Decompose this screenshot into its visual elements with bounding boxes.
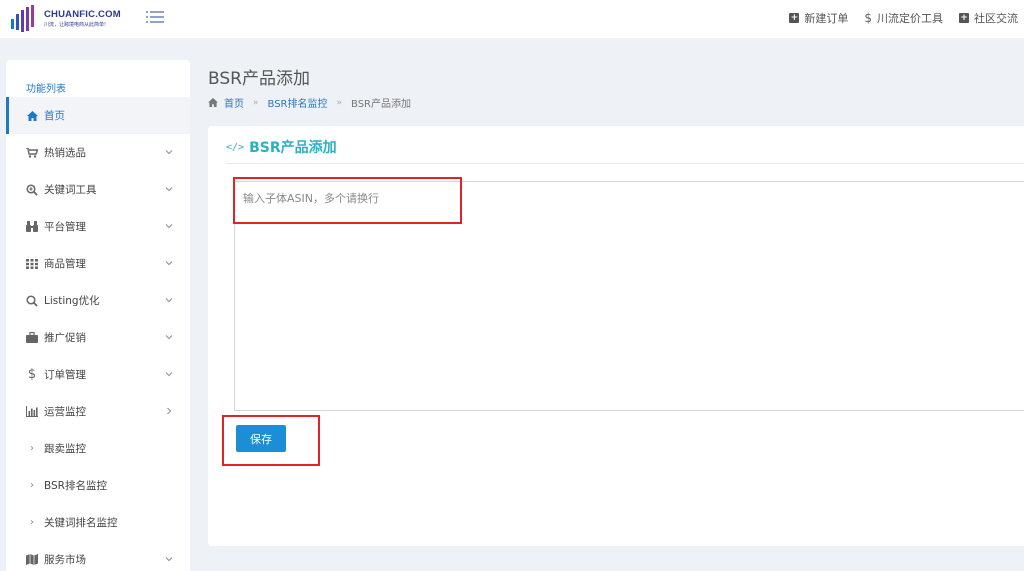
breadcrumb: 首页 » BSR排名监控 » BSR产品添加 — [208, 95, 411, 110]
bar-chart-icon — [26, 406, 38, 418]
brand-name: CHUANFIC.COM — [44, 9, 121, 20]
search-icon — [26, 294, 38, 307]
breadcrumb-parent[interactable]: BSR排名监控 — [268, 95, 328, 110]
brand-tagline: 川流，让跨境电商从此简单! — [44, 22, 107, 28]
sidebar-item-label: Listing优化 — [44, 295, 100, 307]
sidebar-item-monitoring[interactable]: 运营监控 — [6, 393, 190, 430]
community-label: 社区交流 — [974, 12, 1018, 25]
sidebar-item-hot-products[interactable]: 热销选品 — [6, 134, 190, 171]
sidebar-subitem-label: 关键词排名监控 — [44, 517, 118, 529]
chevron-down-icon — [165, 187, 173, 192]
sidebar-subitem-follow-sell[interactable]: › 跟卖监控 — [6, 430, 190, 467]
sidebar-item-label: 热销选品 — [44, 147, 86, 159]
binoculars-icon — [26, 221, 38, 233]
sidebar-item-listing[interactable]: Listing优化 — [6, 282, 190, 319]
pricing-tool-link[interactable]: $ 川流定价工具 — [864, 10, 943, 26]
sidebar: 功能列表 首页 热销选品 关键词工具 平台管理 商品管理 Listing优化 推… — [6, 60, 190, 571]
community-link[interactable]: + 社区交流 — [959, 10, 1018, 26]
dollar-icon: $ — [27, 367, 37, 382]
new-order-link[interactable]: + 新建订单 — [789, 10, 848, 26]
angle-right-icon: › — [30, 517, 34, 528]
logo-bars-icon — [11, 5, 34, 32]
cart-icon — [26, 147, 38, 159]
chevron-down-icon — [165, 224, 173, 229]
sidebar-item-label: 商品管理 — [44, 258, 86, 270]
sidebar-item-label: 平台管理 — [44, 221, 86, 233]
sidebar-subitem-label: BSR排名监控 — [44, 480, 107, 492]
breadcrumb-separator-icon: » — [336, 97, 343, 108]
sidebar-item-label: 推广促销 — [44, 332, 86, 344]
angle-right-icon: › — [30, 480, 34, 491]
breadcrumb-current: BSR产品添加 — [351, 99, 411, 110]
grid-icon — [26, 258, 38, 270]
asin-input[interactable] — [234, 181, 1024, 411]
map-icon — [26, 554, 38, 566]
sidebar-item-promotion[interactable]: 推广促销 — [6, 319, 190, 356]
breadcrumb-home[interactable]: 首页 — [224, 95, 244, 110]
sidebar-subitem-bsr-monitor[interactable]: › BSR排名监控 — [6, 467, 190, 504]
angle-right-icon: › — [30, 443, 34, 454]
dollar-icon: $ — [864, 11, 872, 25]
bsr-add-panel: </> BSR产品添加 保存 — [208, 126, 1024, 546]
chevron-down-icon — [165, 261, 173, 266]
sidebar-item-products[interactable]: 商品管理 — [6, 245, 190, 282]
panel-title: BSR产品添加 — [249, 140, 337, 156]
sidebar-item-label: 关键词工具 — [44, 184, 97, 196]
sidebar-item-home[interactable]: 首页 — [6, 97, 190, 134]
chevron-down-icon — [165, 372, 173, 377]
top-links: + 新建订单 $ 川流定价工具 + 社区交流 — [789, 10, 1018, 26]
new-order-label: 新建订单 — [804, 12, 849, 25]
chevron-down-icon — [165, 557, 173, 562]
panel-header: </> BSR产品添加 — [226, 136, 337, 158]
plus-square-icon: + — [959, 13, 969, 23]
chevron-down-icon — [165, 298, 173, 303]
sidebar-subitem-label: 跟卖监控 — [44, 443, 86, 455]
chevron-right-icon — [167, 407, 172, 415]
sidebar-item-label: 服务市场 — [44, 554, 86, 566]
sidebar-item-label: 首页 — [44, 110, 65, 122]
save-button[interactable]: 保存 — [236, 425, 286, 452]
sidebar-item-label: 订单管理 — [44, 369, 86, 381]
home-icon — [26, 110, 38, 122]
breadcrumb-separator-icon: » — [253, 97, 259, 108]
sidebar-item-orders[interactable]: $ 订单管理 — [6, 356, 190, 393]
search-plus-icon — [26, 183, 38, 196]
chevron-down-icon — [165, 335, 173, 340]
home-icon — [208, 98, 218, 107]
menu-toggle-icon[interactable] — [146, 10, 164, 24]
plus-square-icon: + — [789, 13, 800, 23]
panel-divider — [226, 163, 1024, 164]
chevron-down-icon — [165, 150, 173, 155]
brand-logo[interactable]: CHUANFIC.COM 川流，让跨境电商从此简单! — [10, 5, 130, 33]
top-bar: CHUANFIC.COM 川流，让跨境电商从此简单! + 新建订单 $ 川流定价… — [0, 0, 1024, 38]
briefcase-icon — [26, 332, 38, 344]
page-title: BSR产品添加 — [208, 69, 310, 89]
code-icon: </> — [226, 141, 245, 153]
sidebar-item-label: 运营监控 — [44, 406, 86, 418]
pricing-tool-label: 川流定价工具 — [877, 12, 943, 25]
sidebar-title: 功能列表 — [26, 84, 66, 95]
sidebar-item-platform[interactable]: 平台管理 — [6, 208, 190, 245]
sidebar-item-keyword-tools[interactable]: 关键词工具 — [6, 171, 190, 208]
sidebar-subitem-keyword-rank[interactable]: › 关键词排名监控 — [6, 504, 190, 541]
sidebar-item-service-market[interactable]: 服务市场 — [6, 541, 190, 571]
